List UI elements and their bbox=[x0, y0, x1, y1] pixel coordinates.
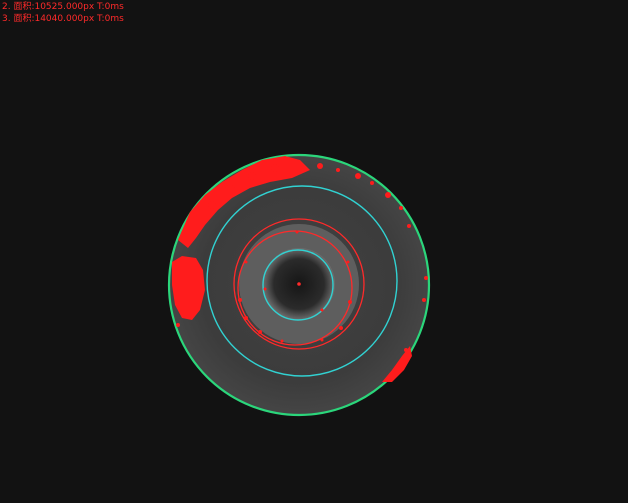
inspection-viewport: 2. 面积:10525.000px T:0ms 3. 面积:14040.000p… bbox=[0, 0, 628, 503]
center-marker bbox=[297, 282, 301, 286]
inspection-image bbox=[167, 153, 431, 417]
